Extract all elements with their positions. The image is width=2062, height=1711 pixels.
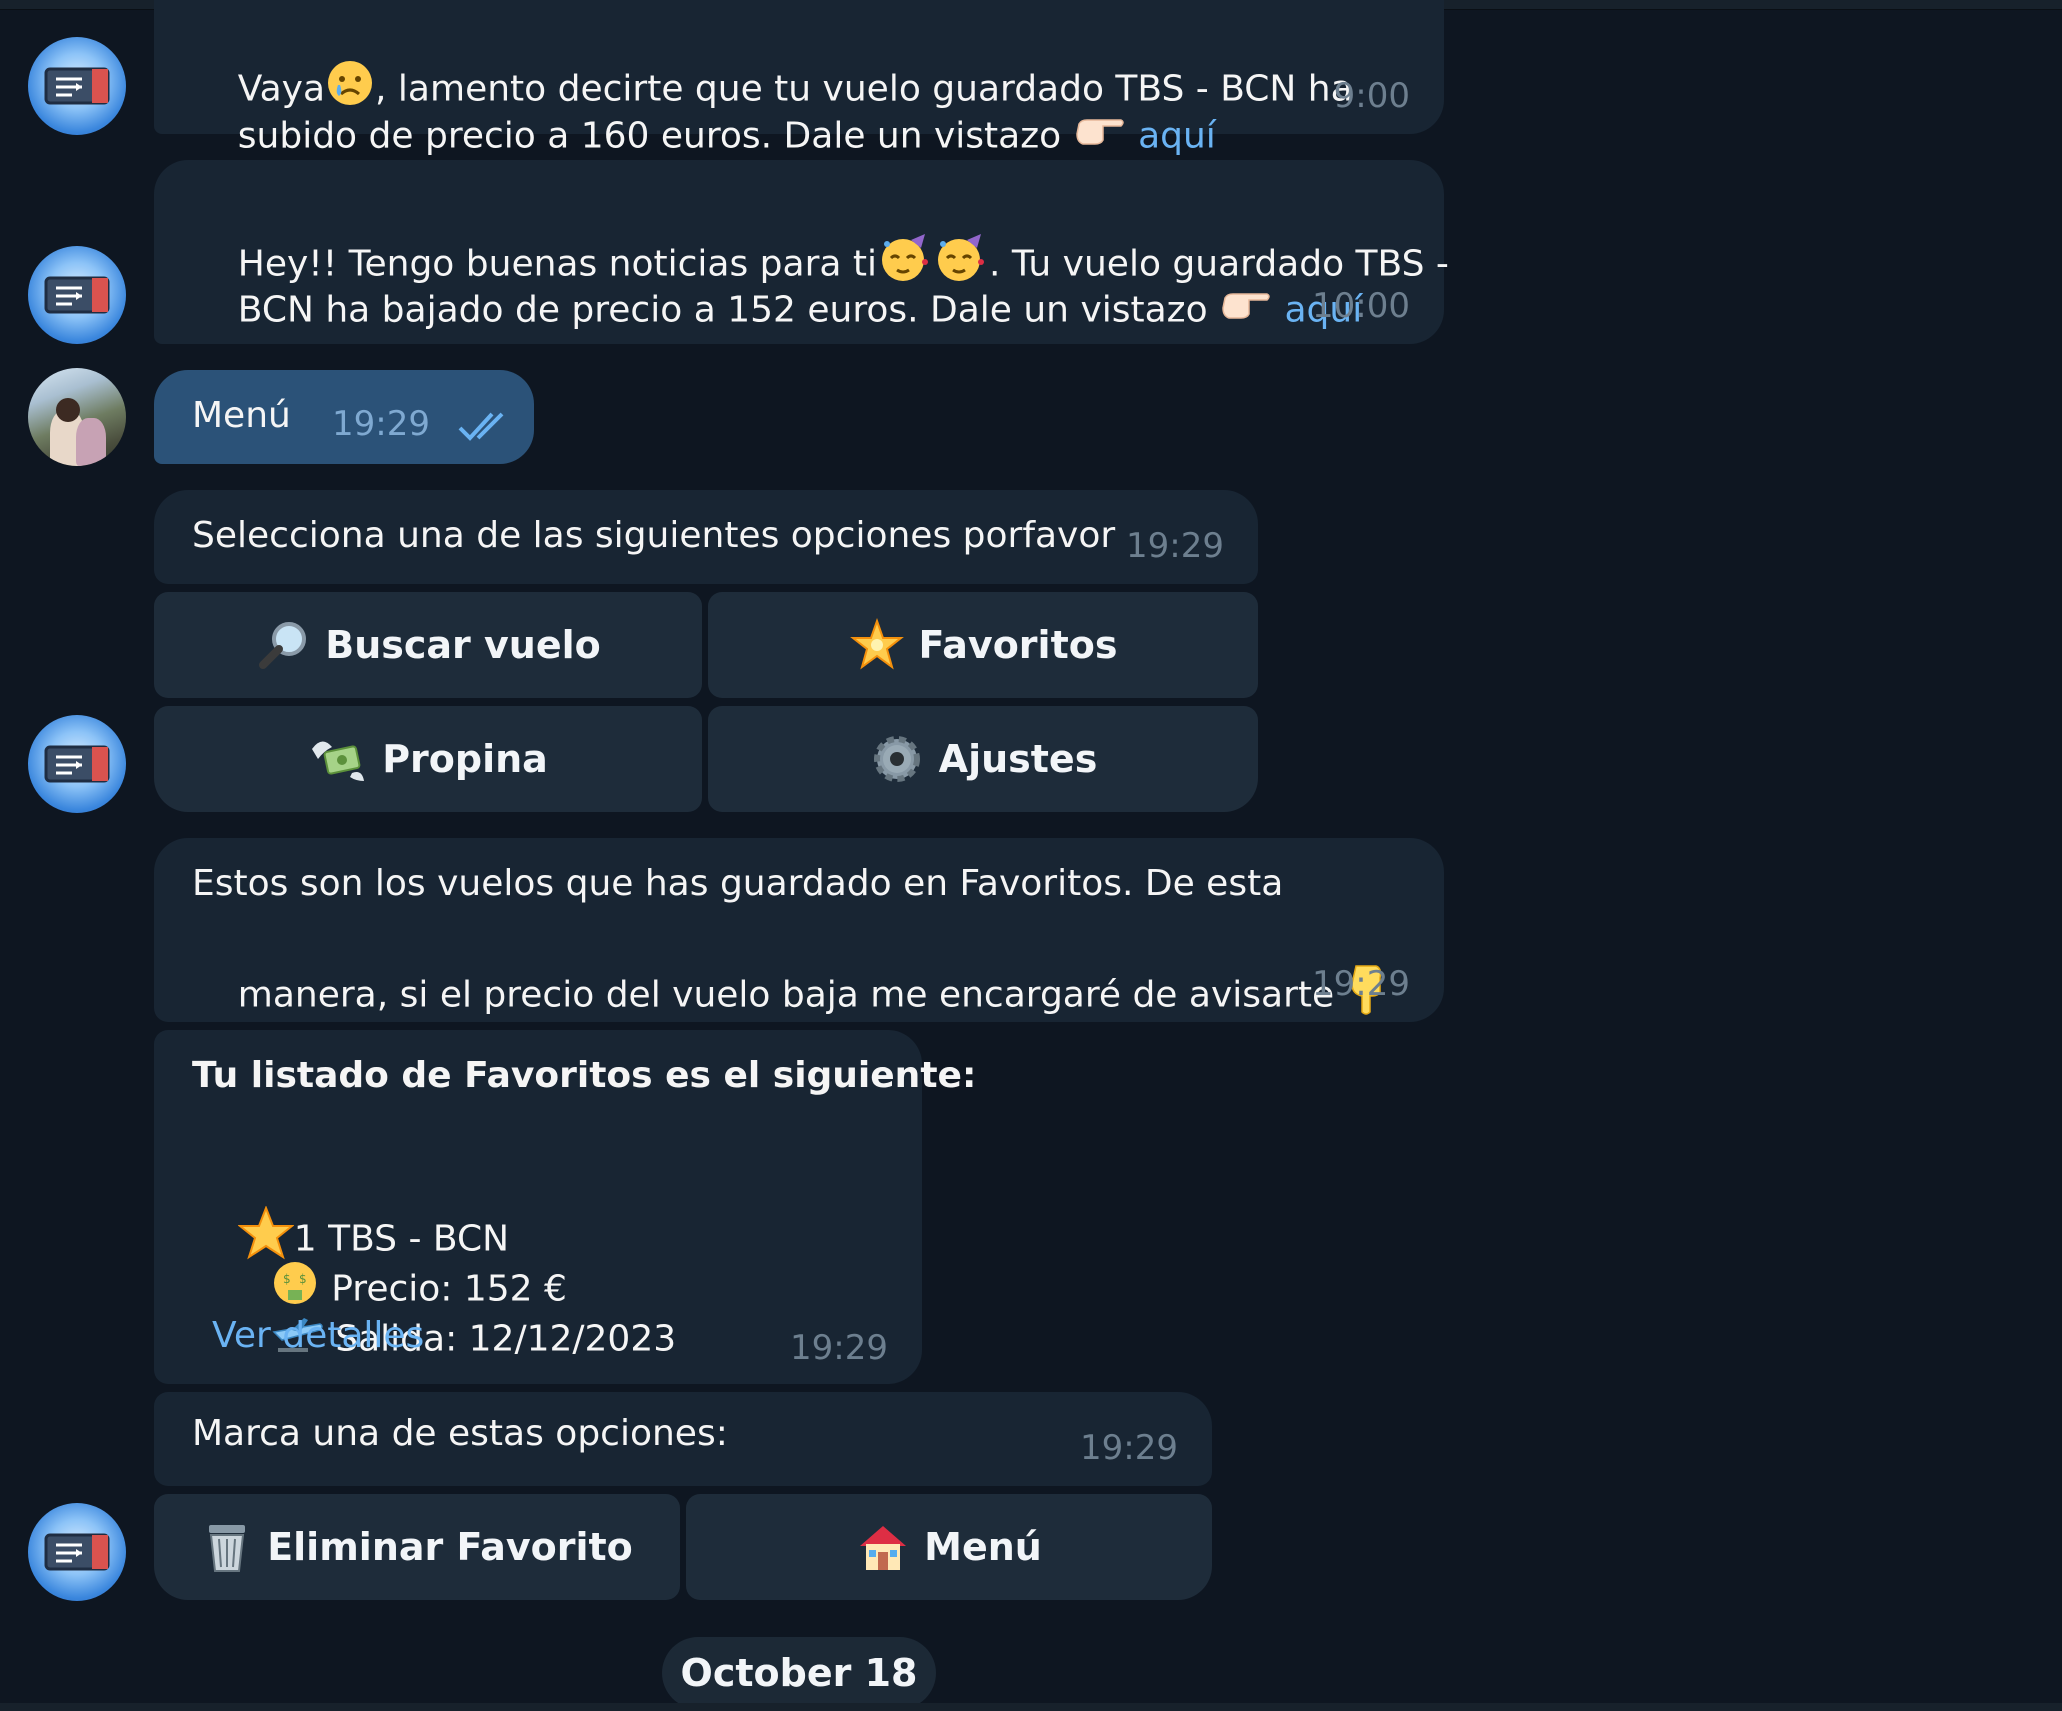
message-bubble[interactable]: Vaya, lamento decirte que tu vuelo guard… [154, 0, 1444, 157]
pointing-right-icon [1219, 284, 1273, 339]
ticket-icon [44, 276, 110, 314]
message-time: 19:29 [1080, 1428, 1178, 1468]
wastebasket-icon [201, 1519, 253, 1575]
message-title: Tu listado de Favoritos es el siguiente: [192, 1055, 977, 1096]
money-wings-icon [308, 731, 368, 787]
message-text: Selecciona una de las siguientes opcione… [192, 515, 1116, 556]
date-separator: October 18 [662, 1637, 936, 1709]
message-text: Menú [192, 395, 291, 436]
double-check-icon [458, 410, 514, 446]
pointing-right-icon [1073, 110, 1127, 165]
gear-icon [869, 731, 925, 787]
button-label: Eliminar Favorito [267, 1525, 633, 1569]
message-text: Marca una de estas opciones: [192, 1413, 728, 1454]
user-avatar[interactable] [28, 368, 126, 466]
button-label: Ajustes [938, 737, 1098, 781]
propina-button[interactable]: Propina [154, 706, 702, 812]
eliminar-favorito-button[interactable]: Eliminar Favorito [154, 1494, 680, 1600]
message-time: 10:00 [1312, 286, 1410, 326]
bot-avatar[interactable] [28, 715, 126, 813]
ticket-icon [44, 1533, 110, 1571]
message-time: 19:29 [1312, 964, 1410, 1004]
button-label: Propina [382, 737, 548, 781]
message-bubble[interactable]: Marca una de estas opciones: 19:29 [154, 1392, 1212, 1486]
message-link[interactable]: aquí [1138, 116, 1216, 157]
message-text: subido de precio a 160 euros. Dale un vi… [237, 115, 1073, 157]
bot-avatar[interactable] [28, 1503, 126, 1601]
message-text: manera, si el precio del vuelo baja me e… [237, 974, 1346, 1016]
ticket-icon [44, 67, 110, 105]
message-bubble[interactable]: Hey!! Tengo buenas noticias para ti. Tu … [154, 160, 1449, 344]
button-label: Buscar vuelo [325, 623, 601, 667]
message-bubble[interactable]: Tu listado de Favoritos es el siguiente:… [154, 1030, 976, 1384]
favoritos-button[interactable]: Favoritos [708, 592, 1258, 698]
bot-avatar[interactable] [28, 246, 126, 344]
ticket-icon [44, 745, 110, 783]
magnifier-icon [255, 617, 311, 673]
button-label: Menú [924, 1525, 1042, 1569]
house-icon [856, 1520, 910, 1574]
bot-avatar[interactable] [28, 37, 126, 135]
ver-detalles-link[interactable]: Ver detalles [212, 1310, 424, 1362]
message-text: Estos son los vuelos que has guardado en… [192, 863, 1284, 904]
menu-button[interactable]: Menú [686, 1494, 1212, 1600]
button-label: Favoritos [918, 623, 1118, 667]
message-text: BCN ha bajado de precio a 152 euros. Dal… [237, 289, 1220, 331]
buscar-vuelo-button[interactable]: Buscar vuelo [154, 592, 702, 698]
message-bubble[interactable]: Estos son los vuelos que has guardado en… [154, 838, 1444, 1022]
date-separator-label: October 18 [680, 1651, 918, 1695]
message-time: 19:29 [790, 1328, 888, 1368]
chat-bottom-edge [0, 1703, 2062, 1711]
message-bubble[interactable]: Selecciona una de las siguientes opcione… [154, 490, 1258, 584]
star-icon [849, 617, 905, 673]
message-time: 19:29 [1126, 526, 1224, 566]
message-time: 19:29 [332, 404, 430, 444]
outgoing-message-bubble[interactable]: Menú 19:29 [154, 370, 534, 464]
message-time: 9:00 [1333, 76, 1410, 116]
ajustes-button[interactable]: Ajustes [708, 706, 1258, 812]
